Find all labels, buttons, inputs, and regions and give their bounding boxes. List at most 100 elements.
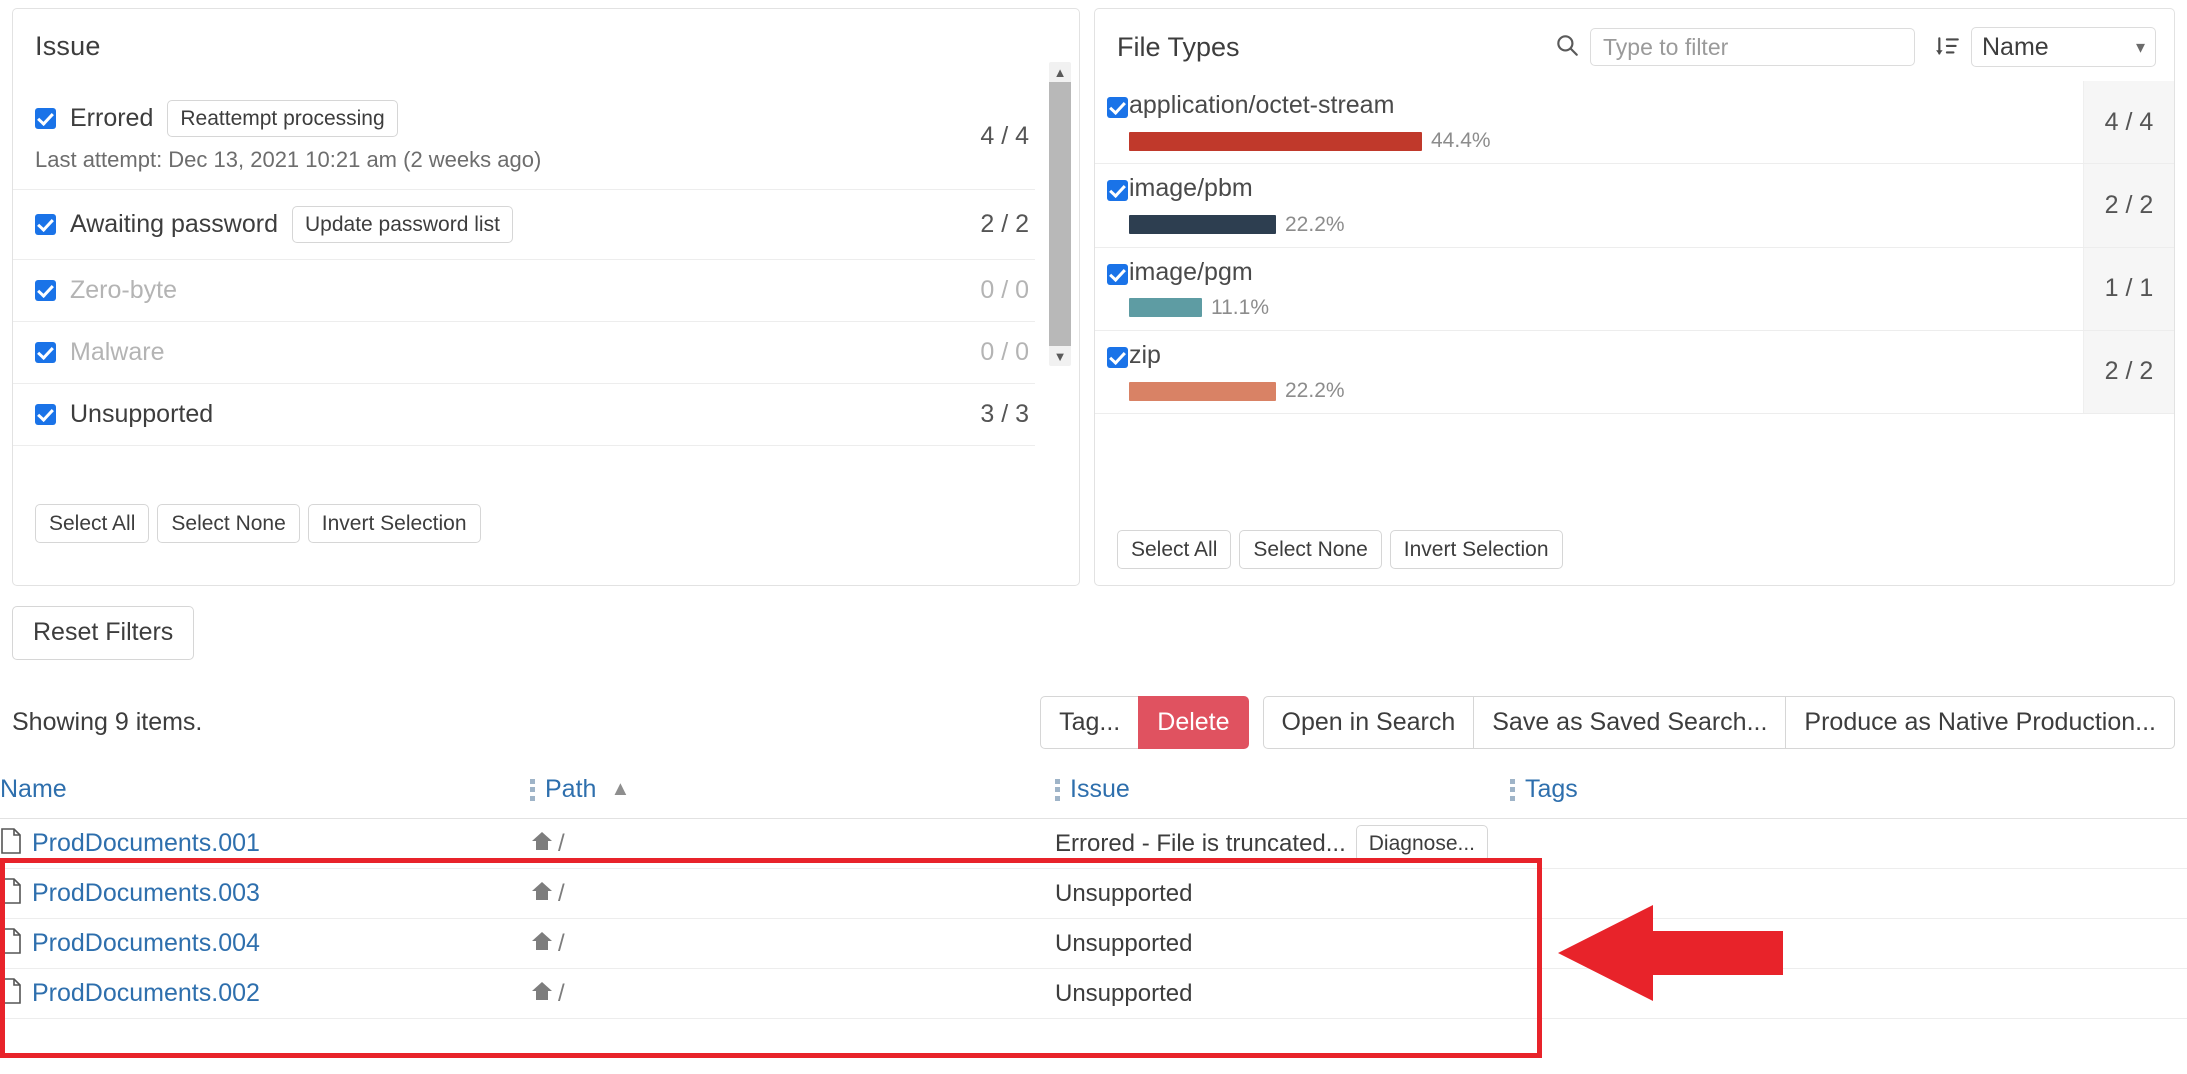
issue-checkbox-unsupported[interactable] (35, 404, 56, 425)
file-type-checkbox-image-pgm[interactable] (1107, 264, 1128, 285)
column-grip-icon[interactable] (530, 779, 535, 801)
issue-list: Errored Reattempt processing Last attemp… (13, 84, 1035, 486)
filter-panels: Issue Errored Reattempt processing Last … (0, 0, 2187, 586)
issue-row-malware[interactable]: Malware 0 / 0 (13, 322, 1035, 384)
file-type-row[interactable]: application/octet-stream 44.4% 4 / 4 (1095, 81, 2174, 164)
home-icon (530, 930, 554, 958)
table-row[interactable]: ProdDocuments.003 / Unsupported (0, 869, 2187, 919)
issue-row-zero-byte[interactable]: Zero-byte 0 / 0 (13, 260, 1035, 322)
issue-row-errored[interactable]: Errored Reattempt processing Last attemp… (13, 84, 1035, 190)
scroll-up-arrow-icon[interactable]: ▲ (1049, 62, 1071, 82)
reattempt-processing-button[interactable]: Reattempt processing (167, 100, 397, 137)
file-types-filter-input[interactable] (1590, 28, 1915, 66)
issue-checkbox-awaiting-password[interactable] (35, 214, 56, 235)
file-types-selection-buttons: Select All Select None Invert Selection (1095, 512, 1563, 569)
issue-text: Unsupported (1055, 880, 1192, 908)
file-name-link[interactable]: ProdDocuments.003 (32, 879, 260, 908)
file-type-bar (1129, 215, 1276, 234)
file-types-select-none-button[interactable]: Select None (1239, 530, 1381, 569)
cell-issue: Errored - File is truncated... Diagnose.… (1055, 825, 1510, 862)
save-as-saved-search-button[interactable]: Save as Saved Search... (1473, 696, 1786, 750)
file-types-select-all-button[interactable]: Select All (1117, 530, 1231, 569)
issue-select-all-button[interactable]: Select All (35, 504, 149, 543)
issue-checkbox-malware[interactable] (35, 342, 56, 363)
chevron-down-icon: ▾ (2136, 37, 2145, 58)
file-type-name: image/pbm (1129, 173, 2083, 204)
path-text: / (558, 930, 565, 958)
issue-label-errored: Errored (70, 104, 153, 133)
issue-checkbox-errored[interactable] (35, 108, 56, 129)
file-type-percent: 22.2% (1285, 379, 1345, 403)
cell-name: ProdDocuments.004 (0, 928, 530, 960)
column-header-tags[interactable]: Tags (1510, 775, 1930, 804)
issue-last-attempt: Last attempt: Dec 13, 2021 10:21 am (2 w… (35, 147, 929, 173)
file-name-link[interactable]: ProdDocuments.002 (32, 979, 260, 1008)
issue-text: Unsupported (1055, 930, 1192, 958)
column-header-name[interactable]: Name (0, 775, 530, 804)
cell-path: / (530, 880, 1055, 908)
cell-path: / (530, 830, 1055, 858)
table-row[interactable]: ProdDocuments.001 / Errored - File is tr… (0, 819, 2187, 869)
issue-count-awaiting-password: 2 / 2 (929, 210, 1035, 239)
file-types-title: File Types (1117, 32, 1240, 63)
file-types-invert-selection-button[interactable]: Invert Selection (1390, 530, 1563, 569)
scrollbar-thumb[interactable] (1049, 82, 1071, 346)
file-types-panel: File Types (1094, 8, 2175, 586)
open-in-search-button[interactable]: Open in Search (1263, 696, 1475, 750)
issue-row-unsupported[interactable]: Unsupported 3 / 3 (13, 384, 1035, 446)
home-icon (530, 830, 554, 858)
file-type-count: 2 / 2 (2083, 331, 2174, 413)
cell-name: ProdDocuments.001 (0, 828, 530, 860)
file-type-count: 1 / 1 (2083, 248, 2174, 330)
table-row[interactable]: ProdDocuments.004 / Unsupported (0, 919, 2187, 969)
scroll-down-arrow-icon[interactable]: ▼ (1049, 346, 1071, 366)
file-types-sort-select[interactable]: Name ▾ (1971, 27, 2156, 67)
file-type-row[interactable]: image/pgm 11.1% 1 / 1 (1095, 248, 2174, 331)
delete-button[interactable]: Delete (1138, 696, 1248, 750)
file-type-row[interactable]: image/pbm 22.2% 2 / 2 (1095, 164, 2174, 247)
file-type-bar (1129, 298, 1202, 317)
showing-items-label: Showing 9 items. (12, 708, 202, 737)
cell-issue: Unsupported (1055, 880, 1510, 908)
update-password-list-button[interactable]: Update password list (292, 206, 513, 243)
issue-text: Errored - File is truncated... (1055, 830, 1346, 858)
issue-count-errored: 4 / 4 (929, 122, 1035, 151)
file-type-name: image/pgm (1129, 257, 2083, 288)
produce-as-native-production-button[interactable]: Produce as Native Production... (1785, 696, 2175, 750)
issue-list-scrollbar[interactable]: ▲ ▼ (1049, 62, 1071, 366)
issue-label-malware: Malware (70, 338, 164, 367)
diagnose-button[interactable]: Diagnose... (1356, 825, 1488, 862)
table-row[interactable]: ProdDocuments.002 / Unsupported (0, 969, 2187, 1019)
file-type-checkbox-zip[interactable] (1107, 347, 1128, 368)
file-name-link[interactable]: ProdDocuments.004 (32, 929, 260, 958)
issue-panel: Issue Errored Reattempt processing Last … (12, 8, 1080, 586)
document-icon (0, 978, 22, 1010)
issue-invert-selection-button[interactable]: Invert Selection (308, 504, 481, 543)
issue-selection-buttons: Select All Select None Invert Selection (13, 486, 1079, 543)
search-actions-button-group: Open in Search Save as Saved Search... P… (1263, 696, 2175, 750)
column-grip-icon[interactable] (1510, 779, 1515, 801)
file-type-name: zip (1129, 340, 2083, 371)
cell-issue: Unsupported (1055, 930, 1510, 958)
issue-label-awaiting-password: Awaiting password (70, 210, 278, 239)
sort-ascending-icon: ▲ (610, 778, 630, 801)
file-name-link[interactable]: ProdDocuments.001 (32, 829, 260, 858)
issue-select-none-button[interactable]: Select None (157, 504, 299, 543)
path-text: / (558, 830, 565, 858)
sort-descending-icon[interactable] (1935, 34, 1961, 60)
issue-row-awaiting-password[interactable]: Awaiting password Update password list 2… (13, 190, 1035, 260)
issue-checkbox-zero-byte[interactable] (35, 280, 56, 301)
file-type-percent: 22.2% (1285, 213, 1345, 237)
reset-filters-button[interactable]: Reset Filters (12, 606, 194, 660)
reset-filters-wrap: Reset Filters (0, 586, 2187, 660)
column-grip-icon[interactable] (1055, 779, 1060, 801)
column-header-path[interactable]: Path ▲ (530, 775, 1055, 804)
file-type-checkbox-image-pbm[interactable] (1107, 180, 1128, 201)
issue-list-body: Errored Reattempt processing Last attemp… (13, 84, 1079, 486)
column-header-issue[interactable]: Issue (1055, 775, 1510, 804)
file-type-row[interactable]: zip 22.2% 2 / 2 (1095, 331, 2174, 414)
tag-button[interactable]: Tag... (1040, 696, 1139, 750)
file-types-list: application/octet-stream 44.4% 4 / 4 ima… (1095, 81, 2174, 414)
cell-path: / (530, 930, 1055, 958)
file-type-checkbox-application-octet-stream[interactable] (1107, 97, 1128, 118)
